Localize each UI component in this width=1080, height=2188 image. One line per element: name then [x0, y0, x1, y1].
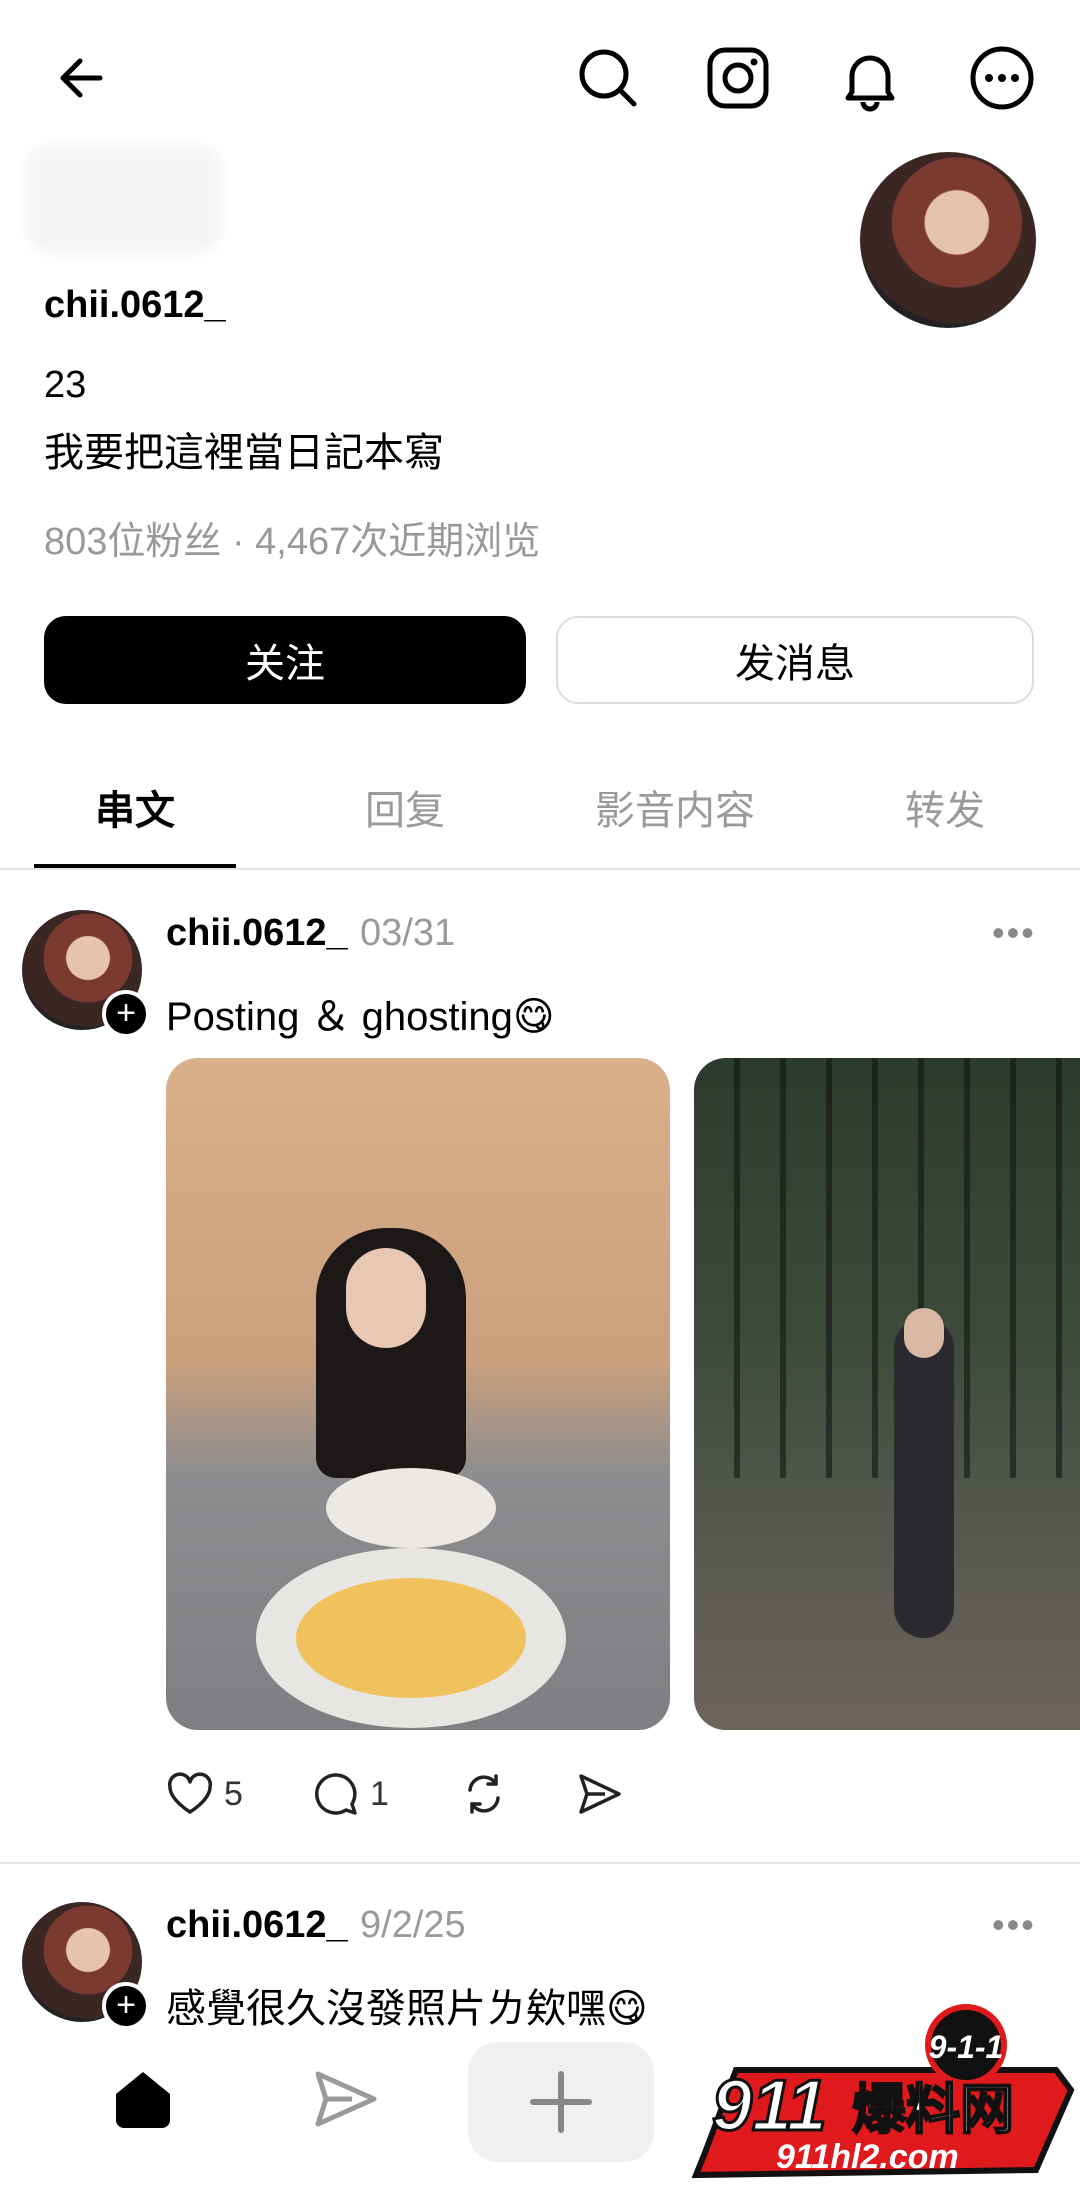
watermark-number: 911 [712, 2066, 827, 2146]
profile-tabs: 串文 回复 影音内容 转发 [0, 752, 1080, 870]
home-icon[interactable] [108, 2064, 178, 2134]
send-icon [579, 1774, 621, 1814]
post-photo-garden[interactable] [694, 1058, 1080, 1730]
watermark-logo: 9-1-1 911 爆料网 911hl2.com [676, 2000, 1080, 2183]
repost-icon [468, 1774, 500, 1814]
follow-button[interactable]: 关注 [44, 616, 526, 704]
create-button[interactable] [468, 2042, 654, 2162]
profile-username: chii.0612_ [44, 284, 226, 326]
post-more-icon[interactable]: ••• [992, 1904, 1036, 1946]
watermark-badge: 9-1-1 [929, 2029, 1004, 2065]
blurred-region [24, 144, 224, 254]
heart-icon [167, 1772, 213, 1814]
follow-plus-icon[interactable]: + [102, 1982, 150, 2030]
like-button[interactable]: 5 [166, 1770, 243, 1818]
repost-button[interactable] [460, 1770, 508, 1818]
instagram-icon[interactable] [704, 44, 772, 112]
post-more-icon[interactable]: ••• [992, 912, 1036, 954]
send-nav-icon[interactable] [310, 2064, 380, 2134]
back-arrow-icon[interactable] [48, 44, 116, 112]
watermark-brand: 爆料网 [852, 2078, 1014, 2141]
post-date: 03/31 [360, 912, 456, 954]
tab-threads[interactable]: 串文 [34, 778, 236, 836]
more-icon[interactable] [968, 44, 1036, 112]
tab-media[interactable]: 影音内容 [580, 778, 770, 836]
tab-replies[interactable]: 回复 [320, 778, 490, 836]
post-text: 感覺很久沒發照片ㄌ欸嘿😋 [166, 1987, 648, 2031]
search-icon[interactable] [574, 44, 642, 112]
comment-count: 1 [370, 1774, 389, 1813]
post-photo-restaurant[interactable] [166, 1058, 670, 1730]
watermark-url: 911hl2.com [776, 2138, 959, 2176]
comment-button[interactable]: 1 [312, 1770, 389, 1818]
post-divider [0, 1862, 1080, 1864]
active-tab-indicator [34, 864, 236, 868]
post-text: Posting ＆ ghosting😋 [166, 995, 555, 1039]
plus-icon [530, 2071, 592, 2133]
profile-stats[interactable]: 803位粉丝 · 4,467次近期浏览 [44, 510, 540, 565]
bell-icon[interactable] [836, 44, 904, 112]
follow-plus-icon[interactable]: + [102, 990, 150, 1038]
comment-icon [315, 1773, 357, 1815]
tab-reposts[interactable]: 转发 [860, 778, 1030, 836]
post-username[interactable]: chii.0612_ [166, 912, 348, 955]
bio-line-1: 23 [44, 364, 87, 406]
post-date: 9/2/25 [360, 1904, 466, 1946]
like-count: 5 [224, 1774, 243, 1813]
post-username[interactable]: chii.0612_ [166, 1904, 348, 1947]
profile-avatar[interactable] [860, 152, 1036, 328]
message-button[interactable]: 发消息 [556, 616, 1034, 704]
share-button[interactable] [576, 1770, 624, 1818]
bio-line-2: 我要把這裡當日記本寫 [44, 431, 444, 475]
